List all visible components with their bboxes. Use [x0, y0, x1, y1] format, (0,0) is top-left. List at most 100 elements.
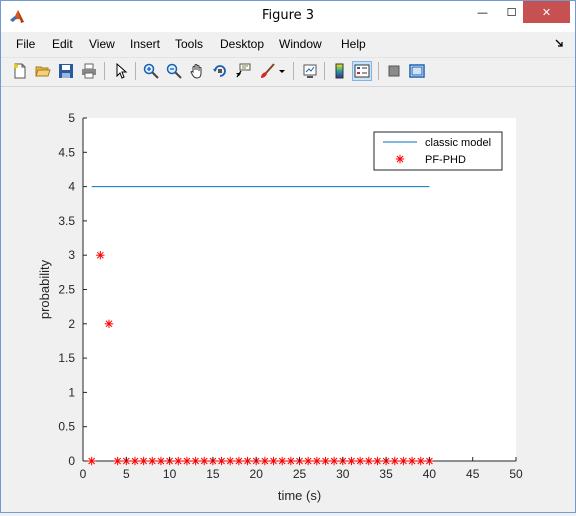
- data-point-pf-phd: [243, 456, 252, 466]
- x-tick-label: 0: [80, 467, 87, 481]
- x-tick-label: 15: [206, 467, 220, 481]
- data-point-pf-phd: [390, 456, 399, 466]
- print-figure-icon[interactable]: [79, 61, 99, 81]
- x-tick-label: 10: [163, 467, 177, 481]
- brush-icon[interactable]: [257, 61, 277, 81]
- minimize-button[interactable]: —: [468, 1, 497, 23]
- menu-insert[interactable]: Insert: [130, 37, 160, 51]
- data-point-pf-phd: [321, 456, 330, 466]
- data-point-pf-phd: [364, 456, 373, 466]
- toolbar-separator: [135, 62, 136, 80]
- x-tick-label: 35: [379, 467, 393, 481]
- y-axis-label: probability: [37, 259, 52, 319]
- data-point-pf-phd: [260, 456, 270, 466]
- x-tick-label: 25: [293, 467, 307, 481]
- menu-bar: File Edit View Insert Tools Desktop Wind…: [1, 34, 575, 56]
- x-tick-label: 45: [466, 467, 480, 481]
- data-point-pf-phd: [182, 456, 192, 466]
- close-button[interactable]: ✕: [523, 1, 570, 23]
- y-tick-label: 2: [68, 317, 75, 331]
- edit-plot-arrow-icon[interactable]: [111, 61, 131, 81]
- legend-marker-swatch: [395, 154, 405, 164]
- toolbar-separator: [104, 62, 105, 80]
- menu-edit[interactable]: Edit: [52, 37, 73, 51]
- y-tick-label: 0.5: [58, 420, 75, 434]
- legend-entry-label: classic model: [425, 137, 491, 149]
- y-tick-label: 4.5: [58, 145, 75, 159]
- data-point-pf-phd: [269, 456, 278, 466]
- link-plot-icon[interactable]: [300, 61, 320, 81]
- data-point-pf-phd: [87, 456, 96, 466]
- data-point-pf-phd: [286, 456, 296, 466]
- data-point-pf-phd: [217, 456, 226, 466]
- insert-colorbar-icon[interactable]: [330, 61, 350, 81]
- y-tick-label: 0: [68, 454, 75, 468]
- x-tick-label: 5: [123, 467, 130, 481]
- hide-plot-tools-icon[interactable]: [384, 61, 404, 81]
- title-bar[interactable]: Figure 3 — ☐ ✕: [1, 1, 575, 32]
- y-tick-label: 3: [68, 248, 75, 262]
- data-point-pf-phd: [355, 456, 365, 466]
- data-point-pf-phd: [407, 456, 417, 466]
- legend-entry-label: PF-PHD: [425, 154, 466, 166]
- data-point-pf-phd: [277, 456, 287, 466]
- data-point-pf-phd: [312, 456, 322, 466]
- data-point-pf-phd: [148, 456, 157, 466]
- dock-arrow-icon[interactable]: [554, 38, 564, 51]
- menu-file[interactable]: File: [16, 37, 35, 51]
- data-point-pf-phd: [113, 456, 122, 466]
- menu-tools[interactable]: Tools: [175, 37, 203, 51]
- data-point-pf-phd: [130, 456, 140, 466]
- x-tick-label: 50: [509, 467, 523, 481]
- zoom-in-icon[interactable]: [141, 61, 161, 81]
- data-point-pf-phd: [329, 456, 339, 466]
- data-point-pf-phd: [303, 456, 313, 466]
- open-file-icon[interactable]: [33, 61, 53, 81]
- data-point-pf-phd: [399, 456, 408, 466]
- toolbar-separator: [378, 62, 379, 80]
- data-point-pf-phd: [156, 456, 166, 466]
- data-point-pf-phd: [139, 456, 148, 466]
- toolbar-separator: [293, 62, 294, 80]
- data-point-pf-phd: [104, 319, 114, 328]
- brush-dropdown-icon[interactable]: [277, 61, 287, 81]
- data-point-pf-phd: [96, 251, 105, 260]
- menu-desktop[interactable]: Desktop: [220, 37, 264, 51]
- y-tick-label: 1: [68, 385, 75, 399]
- plot-chart[interactable]: 0 5 10 15 20 25 30 35 40 45 50 0 0.5 1 1.5 2 2.5 3 3.5 4 4.5…: [1, 87, 575, 512]
- data-point-pf-phd: [226, 456, 235, 466]
- x-tick-label: 20: [250, 467, 264, 481]
- data-point-pf-phd: [234, 456, 244, 466]
- toolbar-separator: [324, 62, 325, 80]
- data-point-pf-phd: [416, 456, 425, 466]
- y-tick-label: 1.5: [58, 351, 75, 365]
- data-cursor-icon[interactable]: [233, 61, 253, 81]
- figure-canvas: 0 5 10 15 20 25 30 35 40 45 50 0 0.5 1 1.5 2 2.5 3 3.5 4 4.5…: [1, 87, 575, 512]
- maximize-button[interactable]: ☐: [497, 1, 526, 23]
- data-point-pf-phd: [174, 456, 183, 466]
- data-point-pf-phd: [373, 456, 382, 466]
- legend[interactable]: classic model PF-PHD: [373, 131, 503, 171]
- new-figure-icon[interactable]: [10, 61, 30, 81]
- zoom-out-icon[interactable]: [164, 61, 184, 81]
- y-tick-label: 4: [68, 180, 75, 194]
- y-tick-label: 5: [68, 111, 75, 125]
- figure-toolbar: [1, 57, 575, 87]
- menu-window[interactable]: Window: [279, 37, 322, 51]
- y-tick-label: 3.5: [58, 214, 75, 228]
- insert-legend-icon[interactable]: [352, 61, 372, 81]
- save-figure-icon[interactable]: [56, 61, 76, 81]
- y-tick-label: 2.5: [58, 283, 75, 297]
- data-point-pf-phd: [200, 456, 209, 466]
- data-point-pf-phd: [347, 456, 356, 466]
- show-plot-tools-icon[interactable]: [407, 61, 427, 81]
- x-axis-label: time (s): [278, 488, 321, 503]
- data-point-pf-phd: [191, 456, 200, 466]
- menu-help[interactable]: Help: [341, 37, 366, 51]
- x-tick-label: 30: [336, 467, 350, 481]
- rotate-3d-icon[interactable]: [210, 61, 230, 81]
- figure-window: Figure 3 — ☐ ✕ File Edit View Insert Too…: [0, 0, 576, 513]
- x-tick-label: 40: [423, 467, 437, 481]
- menu-view[interactable]: View: [89, 37, 115, 51]
- pan-hand-icon[interactable]: [187, 61, 207, 81]
